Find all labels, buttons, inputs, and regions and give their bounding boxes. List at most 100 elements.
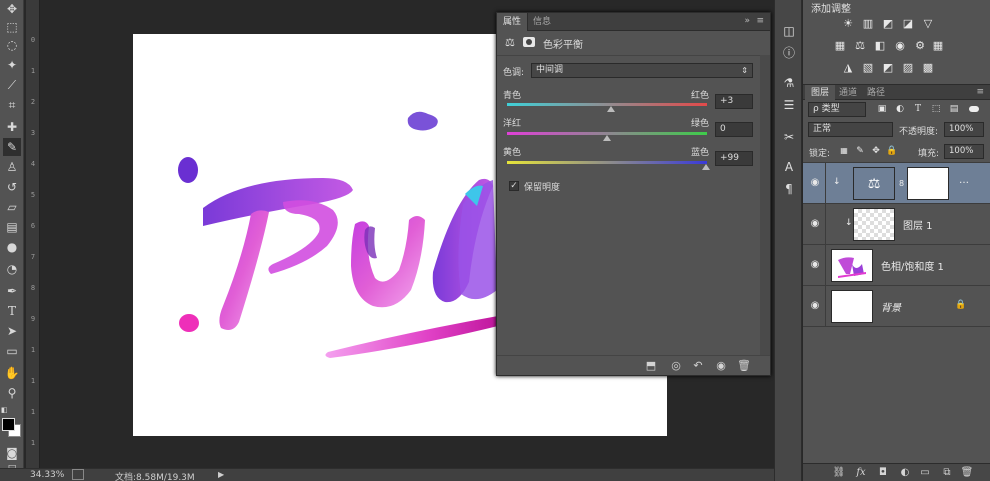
eyedropper-tool-icon[interactable]: ⟋ [3,76,21,94]
color-balance-icon[interactable]: ⚖ [853,40,867,52]
tone-select[interactable]: 中间调 ⇕ [531,63,753,78]
tab-channels[interactable]: 通道 [833,85,863,101]
layer-thumbnail[interactable] [831,290,873,323]
channel-mixer-icon[interactable]: ⚙ [913,40,927,52]
mask-icon[interactable]: ◘ [875,466,891,480]
quick-mask-icon[interactable]: ◙ [3,444,21,462]
selective-color-icon[interactable]: ▩ [921,62,935,74]
cyan-red-slider-thumb[interactable] [607,106,615,112]
brush-tool-icon[interactable]: ✎ [3,138,21,156]
brush-presets-icon[interactable]: ☰ [780,96,798,114]
tab-layers[interactable]: 图层 [805,85,836,101]
visibility-eye-icon[interactable]: ◉ [712,358,730,374]
lock-transparency-icon[interactable]: ▦ [837,145,851,157]
layer-row-hue-saturation[interactable]: ◉ 色相/饱和度 1 [803,245,990,286]
lock-position-icon[interactable]: ✥ [869,145,883,157]
magic-wand-tool-icon[interactable]: ✦ [3,56,21,74]
filter-adjustment-icon[interactable]: ◐ [893,103,907,115]
layer-row-color-balance[interactable]: ◉ ↓ ⚖ 8 … [803,163,990,204]
character-panel-icon[interactable]: A [780,158,798,176]
spot-healing-tool-icon[interactable]: ✚ [3,118,21,136]
more-icon[interactable]: … [959,175,969,186]
status-export-icon[interactable] [72,469,84,480]
group-icon[interactable]: ▭ [917,466,933,480]
preserve-luminosity-checkbox[interactable]: ✓ [509,181,519,191]
clone-stamp-tool-icon[interactable]: ♙ [3,158,21,176]
tab-paths[interactable]: 路径 [861,85,891,101]
yellow-blue-value-field[interactable]: +99 [715,151,753,166]
view-previous-icon[interactable]: ◎ [667,358,685,374]
fx-icon[interactable]: fx [853,466,869,480]
filter-smart-object-icon[interactable]: ▤ [947,103,961,115]
tool-presets-icon[interactable]: ✂ [780,128,798,146]
exposure-icon[interactable]: ◪ [901,18,915,30]
gradient-map-icon[interactable]: ▨ [901,62,915,74]
brush-panel-icon[interactable]: ⚗ [780,74,798,92]
tab-properties[interactable]: 属性 [497,13,529,31]
yellow-blue-slider-thumb[interactable] [702,164,710,170]
layer-name[interactable]: 图层 1 [903,217,933,232]
blend-mode-select[interactable]: 正常 [808,122,893,137]
adjustment-icon[interactable]: ◐ [897,466,913,480]
layer-thumbnail[interactable] [853,208,895,241]
panel-menu-icon[interactable]: ≡ [756,16,764,26]
fill-field[interactable]: 100% [944,144,984,159]
foreground-color-swatch[interactable] [2,418,15,431]
curves-icon[interactable]: ◩ [881,18,895,30]
gradient-tool-icon[interactable]: ▤ [3,218,21,236]
magenta-green-value-field[interactable]: 0 [715,122,753,137]
threshold-icon[interactable]: ◩ [881,62,895,74]
magenta-green-slider-thumb[interactable] [603,135,611,141]
layer-mask-thumbnail[interactable] [907,167,949,200]
marquee-tool-icon[interactable]: ⬚ [3,18,21,36]
layer-thumbnail[interactable] [831,249,873,282]
reset-icon[interactable]: ↶ [689,358,707,374]
layer-row-layer-1[interactable]: ◉ ↓ 图层 1 [803,204,990,245]
mask-icon[interactable] [523,37,535,47]
chain-link-icon[interactable]: 8 [899,179,904,188]
hand-tool-icon[interactable]: ✋ [3,364,21,382]
link-icon[interactable]: ⛓ [831,466,847,480]
type-tool-icon[interactable]: T [3,302,21,320]
filter-shape-icon[interactable]: ⬚ [929,103,943,115]
photo-filter-icon[interactable]: ◉ [893,40,907,52]
color-lookup-icon[interactable]: ▦ [931,40,945,52]
cyan-red-value-field[interactable]: +3 [715,94,753,109]
hue-saturation-icon[interactable]: ▦ [833,40,847,52]
delete-adjustment-icon[interactable]: 🗑 [735,358,753,374]
layer-row-background[interactable]: ◉ 背景 🔒 [803,286,990,327]
history-brush-tool-icon[interactable]: ↺ [3,178,21,196]
lock-all-icon[interactable]: 🔒 [885,145,899,157]
properties-scrollbar[interactable] [760,55,770,355]
filter-toggle[interactable] [969,106,979,112]
paragraph-panel-icon[interactable]: ¶ [780,180,798,198]
collapse-icon[interactable]: » [744,16,750,26]
dodge-tool-icon[interactable]: ◔ [3,260,21,278]
lasso-tool-icon[interactable]: ◌ [3,36,21,54]
lock-pixels-icon[interactable]: ✎ [853,145,867,157]
filter-pixel-icon[interactable]: ▣ [875,103,889,115]
brightness-contrast-icon[interactable]: ☀ [841,18,855,30]
vibrance-icon[interactable]: ▽ [921,18,935,30]
layer-filter-kind-select[interactable]: ρ 类型 [808,102,866,117]
filter-type-icon[interactable]: T [911,103,925,115]
layer-name[interactable]: 背景 [881,299,901,314]
visibility-eye-icon[interactable]: ◉ [809,259,821,271]
eraser-tool-icon[interactable]: ▱ [3,198,21,216]
visibility-eye-icon[interactable]: ◉ [809,218,821,230]
trash-icon[interactable]: 🗑 [959,466,975,480]
zoom-tool-icon[interactable]: ⚲ [3,384,21,402]
opacity-field[interactable]: 100% [944,122,984,137]
info-panel-icon[interactable]: ⓘ [780,44,798,62]
clip-to-layer-icon[interactable]: ⬒ [642,358,660,374]
visibility-eye-icon[interactable]: ◉ [809,300,821,312]
adjustment-thumbnail[interactable]: ⚖ [853,167,895,200]
levels-icon[interactable]: ▥ [861,18,875,30]
yellow-blue-slider[interactable] [507,161,707,164]
posterize-icon[interactable]: ▧ [861,62,875,74]
default-colors-icon[interactable]: ◧ [1,406,11,416]
pen-tool-icon[interactable]: ✒ [3,282,21,300]
visibility-eye-icon[interactable]: ◉ [809,177,821,189]
black-white-icon[interactable]: ◧ [873,40,887,52]
invert-icon[interactable]: ◮ [841,62,855,74]
